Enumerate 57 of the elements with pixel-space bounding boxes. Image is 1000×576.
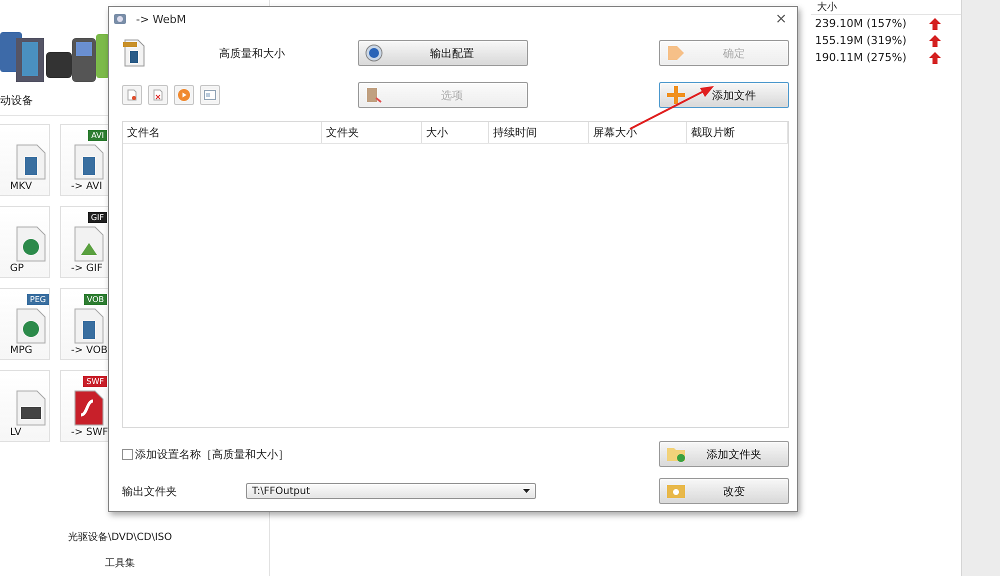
video-file-icon (122, 39, 146, 67)
add-icon-button[interactable] (122, 85, 142, 105)
size-cell: 155.19M (319%) (815, 34, 907, 47)
column-header[interactable]: 截取片断 (687, 122, 788, 143)
file-icon (127, 89, 137, 101)
format-badge: PEG (26, 294, 49, 305)
format-tile[interactable]: PEG MPG (0, 288, 50, 360)
up-arrow-icon (929, 34, 941, 46)
window-icon (204, 90, 216, 100)
format-label: LV (10, 427, 22, 439)
plus-icon (666, 85, 686, 105)
sidebar-item[interactable]: 光驱设备\DVD\CD\ISO (68, 530, 172, 544)
format-badge: SWF (83, 376, 107, 387)
format-label: -> SWF (71, 427, 108, 439)
folder-icon (666, 483, 686, 499)
format-label: -> AVI (71, 181, 102, 193)
arrow-right-icon (666, 44, 686, 62)
column-header[interactable]: 大小 (422, 122, 489, 143)
output-config-button[interactable]: 输出配置 (358, 40, 528, 66)
format-tile[interactable]: LV (0, 370, 50, 442)
add-file-button[interactable]: 添加文件 (659, 82, 789, 108)
format-label: -> GIF (71, 263, 103, 275)
gear-icon (365, 44, 383, 62)
change-button[interactable]: 改变 (659, 478, 789, 504)
size-cell: 190.11M (275%) (815, 51, 907, 64)
add-folder-button[interactable]: 添加文件夹 (659, 441, 789, 467)
caret-icon (523, 489, 530, 493)
app-icon (114, 13, 126, 25)
format-label: MKV (10, 181, 32, 193)
window-title: -> WebM (136, 12, 186, 26)
format-badge: VOB (84, 294, 107, 305)
column-header: 大小 (811, 0, 961, 15)
play-icon (178, 89, 190, 101)
format-label: -> VOB (71, 345, 108, 357)
close-button[interactable]: × (773, 11, 789, 27)
remove-icon-button[interactable] (148, 85, 168, 105)
info-icon-button[interactable] (200, 85, 220, 105)
format-tile[interactable]: MKV (0, 124, 50, 196)
format-label: MPG (10, 345, 32, 357)
format-badge: GIF (88, 212, 107, 223)
format-badge: AVI (88, 130, 107, 141)
column-header[interactable]: 持续时间 (489, 122, 589, 143)
play-icon-button[interactable] (174, 85, 194, 105)
format-tile[interactable]: GP (0, 206, 50, 278)
profile-name: 高质量和大小 (219, 46, 285, 60)
up-arrow-icon (929, 18, 941, 30)
format-label: GP (10, 263, 24, 275)
file-icon (153, 89, 163, 101)
size-cell: 239.10M (157%) (815, 17, 907, 30)
sidebar-item[interactable]: 工具集 (105, 556, 135, 570)
column-header[interactable]: 文件名 (123, 122, 322, 143)
up-arrow-icon (929, 52, 941, 64)
add-name-checkbox[interactable]: 添加设置名称［高质量和大小］ (122, 446, 358, 462)
output-folder-dropdown[interactable]: T:\FFOutput (246, 483, 536, 499)
column-header[interactable]: 文件夹 (322, 122, 422, 143)
output-folder-label: 输出文件夹 (122, 484, 178, 498)
folder-icon (666, 445, 686, 463)
